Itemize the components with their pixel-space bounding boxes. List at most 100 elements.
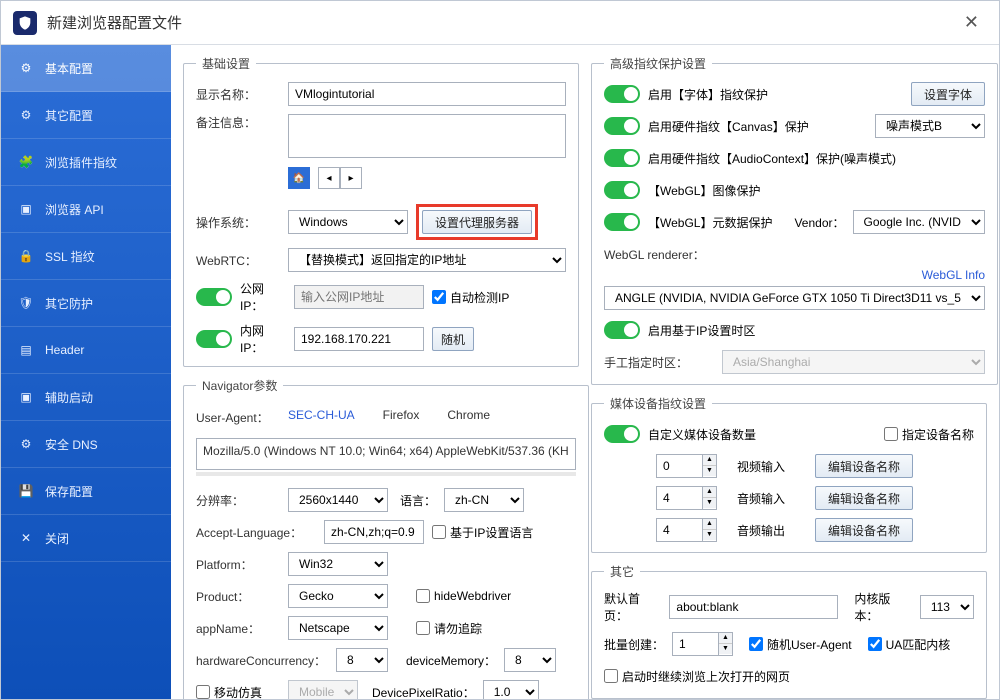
sidebar-item-ssl-fp[interactable]: 🔒SSL 指纹 — [1, 233, 171, 280]
audio-fp-toggle[interactable] — [604, 149, 640, 167]
hc-label: hardwareConcurrency： — [196, 652, 328, 669]
hide-webdriver-checkbox[interactable]: hideWebdriver — [416, 589, 511, 603]
kernel-select[interactable]: 113 — [920, 595, 974, 619]
home-icon-button[interactable]: 🏠 — [288, 167, 310, 189]
other-legend: 其它 — [604, 563, 640, 580]
canvas-mode-select[interactable]: 噪声模式B — [875, 114, 985, 138]
edit-audio-in-name-button: 编辑设备名称 — [815, 486, 913, 510]
tab-chrome[interactable]: Chrome — [447, 408, 490, 424]
prev-icon-button[interactable]: ◂ — [318, 167, 340, 189]
ip-tz-toggle[interactable] — [604, 321, 640, 339]
sidebar: ⚙基本配置 ⚙其它配置 🧩浏览插件指纹 ▣浏览器 API 🔒SSL 指纹 🛡其它… — [1, 45, 171, 699]
app-logo — [13, 11, 37, 35]
chevron-down-icon: ▼ — [703, 466, 716, 476]
dm-select[interactable]: 8 — [504, 648, 556, 672]
sidebar-item-aux-launch[interactable]: ▣辅助启动 — [1, 374, 171, 421]
language-select[interactable]: zh-CN — [444, 488, 524, 512]
video-input-label: 视频输入 — [737, 458, 807, 475]
media-legend: 媒体设备指纹设置 — [604, 395, 712, 412]
tab-firefox[interactable]: Firefox — [383, 408, 420, 424]
manual-tz-label: 手工指定时区： — [604, 354, 714, 371]
hc-select[interactable]: 8 — [336, 648, 388, 672]
save-icon: 💾 — [17, 482, 35, 500]
product-select[interactable]: Gecko — [288, 584, 388, 608]
video-count-stepper[interactable]: ▲▼ — [656, 454, 717, 478]
next-icon-button[interactable]: ▸ — [340, 167, 362, 189]
public-ip-toggle[interactable] — [196, 288, 232, 306]
product-label: Product： — [196, 588, 280, 605]
custom-media-toggle[interactable] — [604, 425, 640, 443]
public-ip-input — [294, 285, 424, 309]
cmd-icon: ▣ — [17, 388, 35, 406]
os-select[interactable]: Windows — [288, 210, 408, 234]
webrtc-select[interactable]: 【替换模式】返回指定的IP地址 — [288, 248, 566, 272]
dpr-select[interactable]: 1.0 — [483, 680, 539, 699]
auto-detect-checkbox[interactable]: 自动检测IP — [432, 289, 509, 306]
audio-out-count-stepper[interactable]: ▲▼ — [656, 518, 717, 542]
font-fp-toggle[interactable] — [604, 85, 640, 103]
intranet-ip-input[interactable] — [294, 327, 424, 351]
mobile-emu-checkbox[interactable]: 移动仿真 — [196, 684, 280, 700]
lock-icon: 🔒 — [17, 247, 35, 265]
platform-select[interactable]: Win32 — [288, 552, 388, 576]
ua-scrollbar[interactable] — [196, 472, 576, 476]
edit-audio-out-name-button: 编辑设备名称 — [815, 518, 913, 542]
do-not-track-checkbox[interactable]: 请勿追踪 — [416, 620, 482, 637]
vendor-select[interactable]: Google Inc. (NVID — [853, 210, 985, 234]
sidebar-item-close[interactable]: ✕关闭 — [1, 515, 171, 562]
webgl-meta-label: 【WebGL】元数据保护 — [648, 214, 772, 231]
appname-label: appName： — [196, 620, 280, 637]
close-icon[interactable]: ✕ — [956, 8, 987, 37]
dns-icon: ⚙ — [17, 435, 35, 453]
appname-select[interactable]: Netscape — [288, 616, 388, 640]
resolution-select[interactable]: 2560x1440 — [288, 488, 388, 512]
manual-tz-select: Asia/Shanghai — [722, 350, 985, 374]
user-agent-input[interactable]: Mozilla/5.0 (Windows NT 10.0; Win64; x64… — [196, 438, 576, 470]
gear-icon: ⚙ — [17, 59, 35, 77]
webgl-img-toggle[interactable] — [604, 181, 640, 199]
webgl-img-label: 【WebGL】图像保护 — [648, 182, 760, 199]
set-proxy-button[interactable]: 设置代理服务器 — [422, 210, 532, 234]
display-name-input[interactable] — [288, 82, 566, 106]
homepage-input[interactable] — [669, 595, 838, 619]
audio-out-label: 音频输出 — [737, 522, 807, 539]
renderer-label: WebGL renderer： — [604, 246, 714, 263]
sidebar-item-basic[interactable]: ⚙基本配置 — [1, 45, 171, 92]
random-ua-checkbox[interactable]: 随机User-Agent — [749, 636, 852, 653]
other-group: 其它 默认首页： 内核版本： 113 批量创建： ▲▼ 随机User-Agent… — [591, 563, 987, 699]
batch-count-stepper[interactable]: ▲▼ — [672, 632, 733, 656]
batch-label: 批量创建： — [604, 636, 664, 653]
remark-textarea[interactable] — [288, 114, 566, 158]
ua-match-kernel-checkbox[interactable]: UA匹配内核 — [868, 636, 951, 653]
kernel-label: 内核版本： — [854, 590, 911, 624]
sidebar-item-plugin-fp[interactable]: 🧩浏览插件指纹 — [1, 139, 171, 186]
accept-lang-input[interactable] — [324, 520, 424, 544]
ip-lang-checkbox[interactable]: 基于IP设置语言 — [432, 524, 533, 541]
canvas-fp-toggle[interactable] — [604, 117, 640, 135]
continue-browsing-checkbox[interactable]: 启动时继续浏览上次打开的网页 — [604, 668, 790, 685]
specify-name-checkbox[interactable]: 指定设备名称 — [884, 426, 974, 443]
right-column: 高级指纹保护设置 启用【字体】指纹保护 设置字体 启用硬件指纹【Canvas】保… — [591, 55, 987, 691]
media-fp-group: 媒体设备指纹设置 自定义媒体设备数量 指定设备名称 ▲▼ 视频输入 编辑设备名称 — [591, 395, 987, 553]
tab-sec-ch-ua[interactable]: SEC-CH-UA — [288, 408, 355, 424]
platform-label: Platform： — [196, 556, 280, 573]
titlebar: 新建浏览器配置文件 ✕ — [1, 1, 999, 45]
header-icon: ▤ — [17, 341, 35, 359]
sidebar-item-secure-dns[interactable]: ⚙安全 DNS — [1, 421, 171, 468]
shield-icon: 🛡 — [17, 294, 35, 312]
intranet-ip-toggle[interactable] — [196, 330, 232, 348]
renderer-select[interactable]: ANGLE (NVIDIA, NVIDIA GeForce GTX 1050 T… — [604, 286, 985, 310]
webgl-info-link[interactable]: WebGL Info — [922, 268, 985, 282]
random-ip-button[interactable]: 随机 — [432, 327, 474, 351]
sidebar-item-browser-api[interactable]: ▣浏览器 API — [1, 186, 171, 233]
audio-in-count-stepper[interactable]: ▲▼ — [656, 486, 717, 510]
app-window: 新建浏览器配置文件 ✕ ⚙基本配置 ⚙其它配置 🧩浏览插件指纹 ▣浏览器 API… — [0, 0, 1000, 700]
mobile-select: Mobile — [288, 680, 358, 699]
webgl-meta-toggle[interactable] — [604, 213, 640, 231]
set-font-button[interactable]: 设置字体 — [911, 82, 985, 106]
sidebar-item-header[interactable]: ▤Header — [1, 327, 171, 374]
sidebar-item-save[interactable]: 💾保存配置 — [1, 468, 171, 515]
font-fp-label: 启用【字体】指纹保护 — [648, 86, 903, 103]
sidebar-item-other-config[interactable]: ⚙其它配置 — [1, 92, 171, 139]
sidebar-item-other-protect[interactable]: 🛡其它防护 — [1, 280, 171, 327]
